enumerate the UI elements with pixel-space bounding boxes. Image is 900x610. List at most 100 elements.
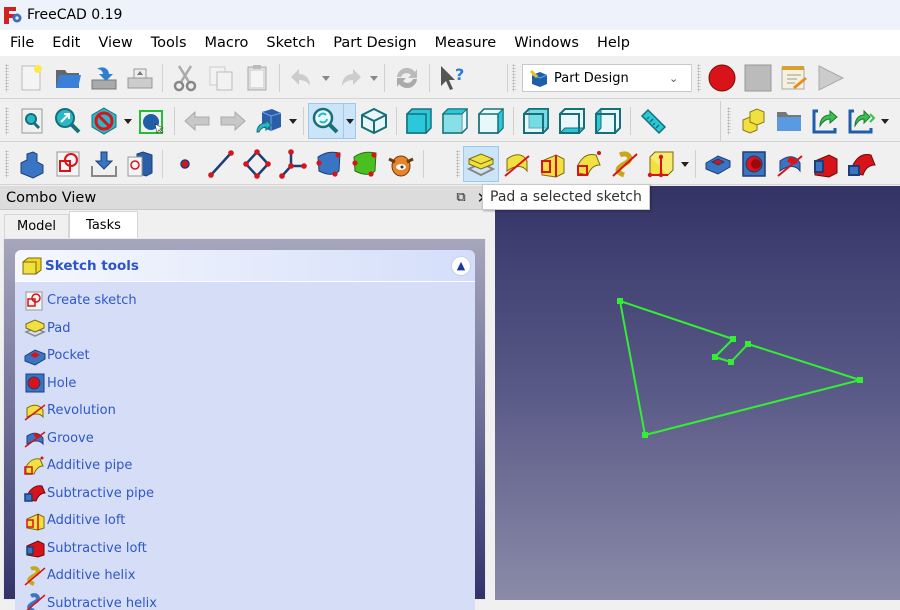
task-subtractive-pipe[interactable]: Subtractive pipe	[15, 480, 475, 508]
stop-macro-icon[interactable]	[740, 60, 776, 96]
link-actions-icon[interactable]	[843, 103, 879, 139]
refresh-icon[interactable]	[389, 60, 425, 96]
pad-icon[interactable]	[463, 146, 499, 182]
create-group-icon[interactable]	[771, 103, 807, 139]
additive-primitive-dropdown[interactable]	[679, 146, 691, 182]
groove-icon[interactable]	[772, 146, 808, 182]
fit-all-icon[interactable]	[14, 103, 50, 139]
additive-loft-icon[interactable]	[535, 146, 571, 182]
right-view-icon[interactable]	[473, 103, 509, 139]
sync-view-dropdown[interactable]	[344, 103, 356, 139]
menu-measure[interactable]: Measure	[426, 35, 506, 51]
draw-style-icon[interactable]	[86, 103, 122, 139]
task-additive-loft[interactable]: Additive loft	[15, 507, 475, 535]
pocket-icon[interactable]	[700, 146, 736, 182]
menu-part-design[interactable]: Part Design	[324, 35, 425, 51]
toolbar-grip[interactable]	[512, 64, 516, 92]
toolbar-grip[interactable]	[697, 64, 701, 92]
sketch-geometry[interactable]	[495, 186, 900, 600]
clone-icon[interactable]	[383, 146, 419, 182]
shape-binder-icon[interactable]	[311, 146, 347, 182]
task-subtractive-loft[interactable]: Subtractive loft	[15, 535, 475, 563]
datum-plane-icon[interactable]	[239, 146, 275, 182]
hole-icon	[24, 373, 46, 393]
save-icon[interactable]	[86, 60, 122, 96]
revolution-icon[interactable]	[499, 146, 535, 182]
task-additive-pipe[interactable]: Additive pipe	[15, 452, 475, 480]
menu-sketch[interactable]: Sketch	[257, 35, 324, 51]
open-folder-icon[interactable]	[50, 60, 86, 96]
task-groove[interactable]: Groove	[15, 425, 475, 453]
redo-icon[interactable]	[332, 60, 368, 96]
datum-line-icon[interactable]	[203, 146, 239, 182]
toolbar-grip[interactable]	[5, 107, 9, 135]
menu-tools[interactable]: Tools	[142, 35, 196, 51]
subshape-binder-icon[interactable]	[347, 146, 383, 182]
new-document-icon[interactable]	[14, 60, 50, 96]
link-icon[interactable]	[807, 103, 843, 139]
task-hole[interactable]: Hole	[15, 370, 475, 398]
toolbar-grip[interactable]	[727, 107, 731, 135]
additive-primitive-icon[interactable]	[643, 146, 679, 182]
undo-dropdown[interactable]	[320, 60, 332, 96]
float-panel-icon[interactable]: ⧉	[450, 190, 472, 205]
sync-view-icon[interactable]	[308, 103, 344, 139]
menu-macro[interactable]: Macro	[196, 35, 258, 51]
whats-this-icon[interactable]: ?	[434, 60, 470, 96]
bounding-box-icon[interactable]	[134, 103, 170, 139]
toolbar-grip[interactable]	[456, 150, 460, 178]
forward-icon[interactable]	[215, 103, 251, 139]
create-clone-icon[interactable]	[122, 146, 158, 182]
collapse-icon[interactable]: ▲	[451, 256, 471, 276]
tab-tasks[interactable]: Tasks	[69, 211, 138, 238]
std-views-icon[interactable]	[251, 103, 287, 139]
edit-macro-icon[interactable]	[776, 60, 812, 96]
top-view-icon[interactable]	[437, 103, 473, 139]
additive-helix-icon[interactable]	[607, 146, 643, 182]
local-coordinate-system-icon[interactable]	[275, 146, 311, 182]
create-sketch-icon[interactable]	[50, 146, 86, 182]
copy-icon[interactable]	[203, 60, 239, 96]
bottom-view-icon[interactable]	[554, 103, 590, 139]
link-actions-dropdown[interactable]	[879, 103, 891, 139]
datum-point-icon[interactable]	[167, 146, 203, 182]
validate-sketch-icon[interactable]	[86, 146, 122, 182]
draw-style-dropdown[interactable]	[122, 103, 134, 139]
hole-icon[interactable]	[736, 146, 772, 182]
std-views-dropdown[interactable]	[287, 103, 299, 139]
left-view-icon[interactable]	[590, 103, 626, 139]
task-pad[interactable]: Pad	[15, 315, 475, 343]
task-create-sketch[interactable]: Create sketch	[15, 287, 475, 315]
redo-dropdown[interactable]	[368, 60, 380, 96]
run-macro-icon[interactable]	[812, 60, 848, 96]
toolbar-grip[interactable]	[5, 64, 9, 92]
back-icon[interactable]	[179, 103, 215, 139]
create-body-icon[interactable]	[14, 146, 50, 182]
rear-view-icon[interactable]	[518, 103, 554, 139]
tab-model[interactable]: Model	[4, 214, 69, 238]
3d-viewport[interactable]	[495, 186, 900, 600]
cut-icon[interactable]	[167, 60, 203, 96]
workbench-selector[interactable]: Part Design ⌄	[522, 64, 692, 92]
menu-edit[interactable]: Edit	[43, 35, 89, 51]
menu-file[interactable]: File	[0, 35, 43, 51]
undo-icon[interactable]	[284, 60, 320, 96]
task-revolution[interactable]: Revolution	[15, 397, 475, 425]
menu-windows[interactable]: Windows	[505, 35, 588, 51]
measure-distance-icon[interactable]	[635, 103, 671, 139]
task-additive-helix[interactable]: Additive helix	[15, 562, 475, 590]
additive-pipe-icon[interactable]	[571, 146, 607, 182]
task-pocket[interactable]: Pocket	[15, 342, 475, 370]
menu-view[interactable]: View	[89, 35, 141, 51]
menu-help[interactable]: Help	[588, 35, 639, 51]
front-view-icon[interactable]	[401, 103, 437, 139]
isometric-view-icon[interactable]	[356, 103, 392, 139]
fit-selection-icon[interactable]	[50, 103, 86, 139]
create-part-icon[interactable]	[735, 103, 771, 139]
paste-icon[interactable]	[239, 60, 275, 96]
toolbar-grip[interactable]	[5, 150, 9, 178]
subtractive-pipe-icon[interactable]	[844, 146, 880, 182]
save-as-icon[interactable]	[122, 60, 158, 96]
record-macro-icon[interactable]	[704, 60, 740, 96]
subtractive-loft-icon[interactable]	[808, 146, 844, 182]
